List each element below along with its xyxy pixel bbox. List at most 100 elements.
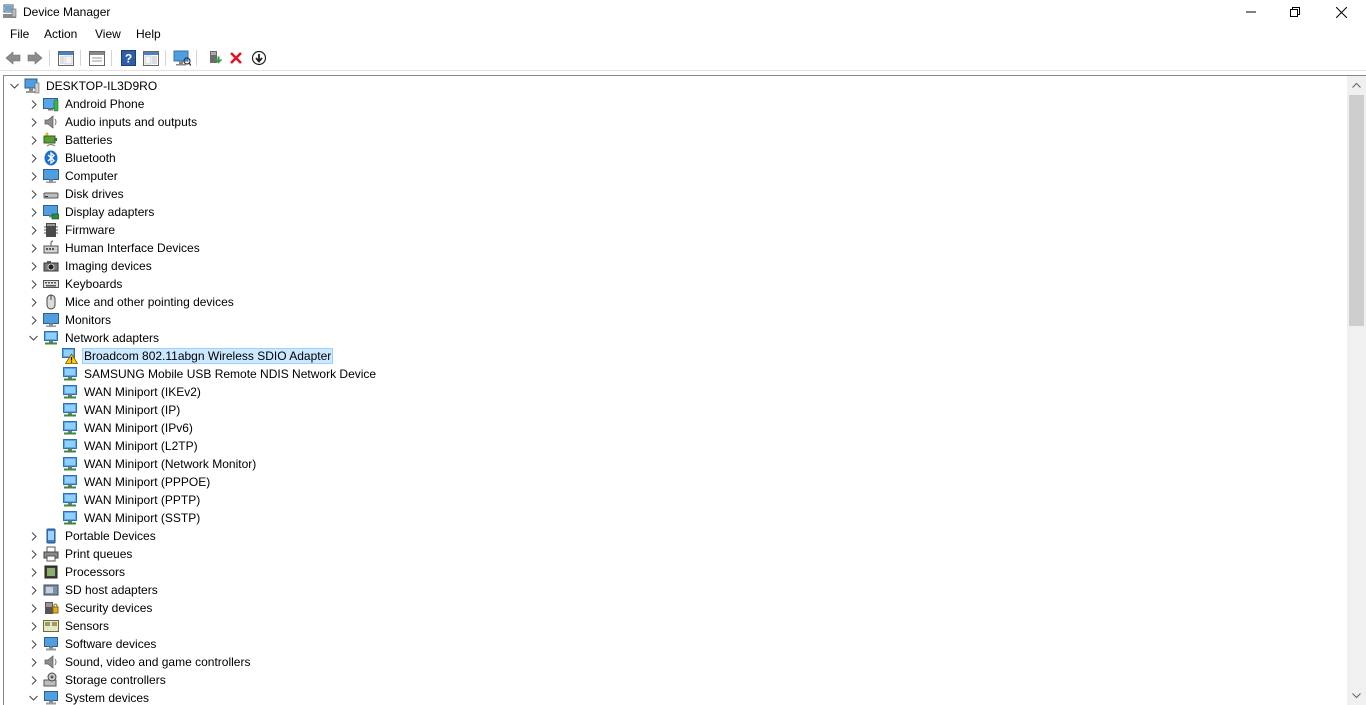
scroll-up-button[interactable] [1347, 76, 1366, 93]
tree-category-android-phone[interactable]: Android Phone [27, 95, 146, 113]
expand-toggle[interactable] [27, 635, 40, 653]
tree-device-wan-miniport-pppoe[interactable]: WAN Miniport (PPPOE) [46, 473, 212, 491]
expand-toggle[interactable] [27, 167, 40, 185]
tree-category-system-devices[interactable]: System devices [27, 689, 151, 705]
tree-category-sd-host-adapters[interactable]: SD host adapters [27, 581, 160, 599]
tree-category-human-interface-devices[interactable]: Human Interface Devices [27, 239, 202, 257]
tree-device-wan-miniport-ipv6[interactable]: WAN Miniport (IPv6) [46, 419, 195, 437]
expand-toggle[interactable] [27, 527, 40, 545]
expand-toggle[interactable] [27, 203, 40, 221]
expand-toggle[interactable] [27, 563, 40, 581]
uninstall-device-button[interactable] [226, 48, 246, 68]
expand-toggle[interactable] [27, 311, 40, 329]
expand-toggle[interactable] [27, 293, 40, 311]
properties-button[interactable] [87, 48, 107, 68]
tree-item-label: DESKTOP-IL3D9RO [46, 79, 158, 93]
network-icon [62, 456, 78, 472]
expand-toggle[interactable] [27, 131, 40, 149]
tree-category-monitors[interactable]: Monitors [27, 311, 113, 329]
mouse-icon [43, 294, 59, 310]
expand-toggle[interactable] [27, 653, 40, 671]
tree-category-disk-drives[interactable]: Disk drives [27, 185, 126, 203]
expand-toggle[interactable] [27, 239, 40, 257]
device-tree[interactable]: DESKTOP-IL3D9RO Android Phone Audio inputs… [3, 75, 1366, 705]
tree-category-display-adapters[interactable]: Display adapters [27, 203, 156, 221]
restore-button[interactable] [1272, 0, 1318, 24]
chevron-right-icon [31, 261, 37, 271]
expand-toggle[interactable] [27, 581, 40, 599]
back-button[interactable] [3, 48, 23, 68]
device-manager-app-icon [3, 4, 17, 18]
menu-action[interactable]: Action [44, 27, 77, 41]
collapse-toggle[interactable] [27, 329, 40, 347]
minimize-button[interactable] [1228, 0, 1274, 24]
tree-device-wan-miniport-ikev2[interactable]: WAN Miniport (IKEv2) [46, 383, 203, 401]
expand-toggle[interactable] [27, 113, 40, 131]
expand-toggle[interactable] [27, 545, 40, 563]
toolbar: ? [0, 45, 1366, 71]
close-button[interactable] [1318, 0, 1364, 24]
disable-device-button[interactable] [249, 48, 269, 68]
tree-category-imaging-devices[interactable]: Imaging devices [27, 257, 154, 275]
action-pane-button[interactable] [141, 48, 161, 68]
tree-category-sensors[interactable]: Sensors [27, 617, 111, 635]
menu-view[interactable]: View [95, 27, 121, 41]
show-hide-console-tree-button[interactable] [56, 48, 76, 68]
scan-hardware-button[interactable] [172, 48, 192, 68]
tree-item-label: Software devices [65, 637, 157, 651]
expand-toggle[interactable] [27, 599, 40, 617]
tree-device-broadcom-802-11abgn-wireless-sdio-adapter[interactable]: Broadcom 802.11abgn Wireless SDIO Adapte… [46, 347, 334, 365]
tree-category-network-adapters[interactable]: Network adapters [27, 329, 161, 347]
expand-toggle[interactable] [27, 95, 40, 113]
update-driver-button[interactable] [204, 48, 224, 68]
tree-category-processors[interactable]: Processors [27, 563, 127, 581]
expand-toggle[interactable] [27, 275, 40, 293]
tree-device-wan-miniport-l2tp[interactable]: WAN Miniport (L2TP) [46, 437, 200, 455]
tree-category-firmware[interactable]: Firmware [27, 221, 117, 239]
collapse-toggle[interactable] [8, 77, 21, 95]
scroll-down-button[interactable] [1347, 687, 1366, 704]
chevron-right-icon [31, 225, 37, 235]
tree-device-wan-miniport-network-monitor[interactable]: WAN Miniport (Network Monitor) [46, 455, 258, 473]
svg-text:?: ? [124, 52, 131, 66]
tree-category-portable-devices[interactable]: Portable Devices [27, 527, 158, 545]
tree-device-wan-miniport-sstp[interactable]: WAN Miniport (SSTP) [46, 509, 202, 527]
expand-toggle[interactable] [27, 221, 40, 239]
vertical-scrollbar[interactable] [1347, 76, 1366, 705]
expand-toggle[interactable] [27, 185, 40, 203]
tree-category-storage-controllers[interactable]: Storage controllers [27, 671, 168, 689]
tree-item-label: Firmware [65, 223, 115, 237]
tree-category-audio-inputs-and-outputs[interactable]: Audio inputs and outputs [27, 113, 199, 131]
help-icon: ? [120, 50, 136, 66]
tree-category-computer[interactable]: Computer [27, 167, 120, 185]
expand-toggle[interactable] [27, 671, 40, 689]
tree-category-keyboards[interactable]: Keyboards [27, 275, 124, 293]
tree-category-software-devices[interactable]: Software devices [27, 635, 158, 653]
chevron-right-icon [31, 567, 37, 577]
computer-icon [43, 168, 59, 184]
tree-category-mice-and-other-pointing-devices[interactable]: Mice and other pointing devices [27, 293, 236, 311]
forward-button[interactable] [25, 48, 45, 68]
tree-category-print-queues[interactable]: Print queues [27, 545, 134, 563]
tree-root-computer[interactable]: DESKTOP-IL3D9RO [8, 77, 159, 95]
scroll-thumb[interactable] [1349, 95, 1364, 326]
tree-category-sound-video-and-game-controllers[interactable]: Sound, video and game controllers [27, 653, 252, 671]
menu-file[interactable]: File [10, 27, 29, 41]
tree-device-samsung-mobile-usb-remote-ndis-network-device[interactable]: SAMSUNG Mobile USB Remote NDIS Network D… [46, 365, 378, 383]
expand-toggle[interactable] [27, 149, 40, 167]
tree-category-security-devices[interactable]: Security devices [27, 599, 154, 617]
menu-help[interactable]: Help [136, 27, 161, 41]
expand-toggle[interactable] [27, 257, 40, 275]
tree-device-wan-miniport-ip[interactable]: WAN Miniport (IP) [46, 401, 182, 419]
network-icon [62, 492, 78, 508]
collapse-toggle[interactable] [27, 689, 40, 705]
expand-toggle[interactable] [27, 617, 40, 635]
system-device-icon [43, 690, 59, 705]
tree-category-batteries[interactable]: Batteries [27, 131, 114, 149]
help-button[interactable]: ? [118, 48, 138, 68]
window-title: Device Manager [23, 5, 111, 19]
tree-device-wan-miniport-pptp[interactable]: WAN Miniport (PPTP) [46, 491, 202, 509]
tree-category-bluetooth[interactable]: Bluetooth [27, 149, 118, 167]
menu-bar: File Action View Help [0, 24, 1366, 44]
